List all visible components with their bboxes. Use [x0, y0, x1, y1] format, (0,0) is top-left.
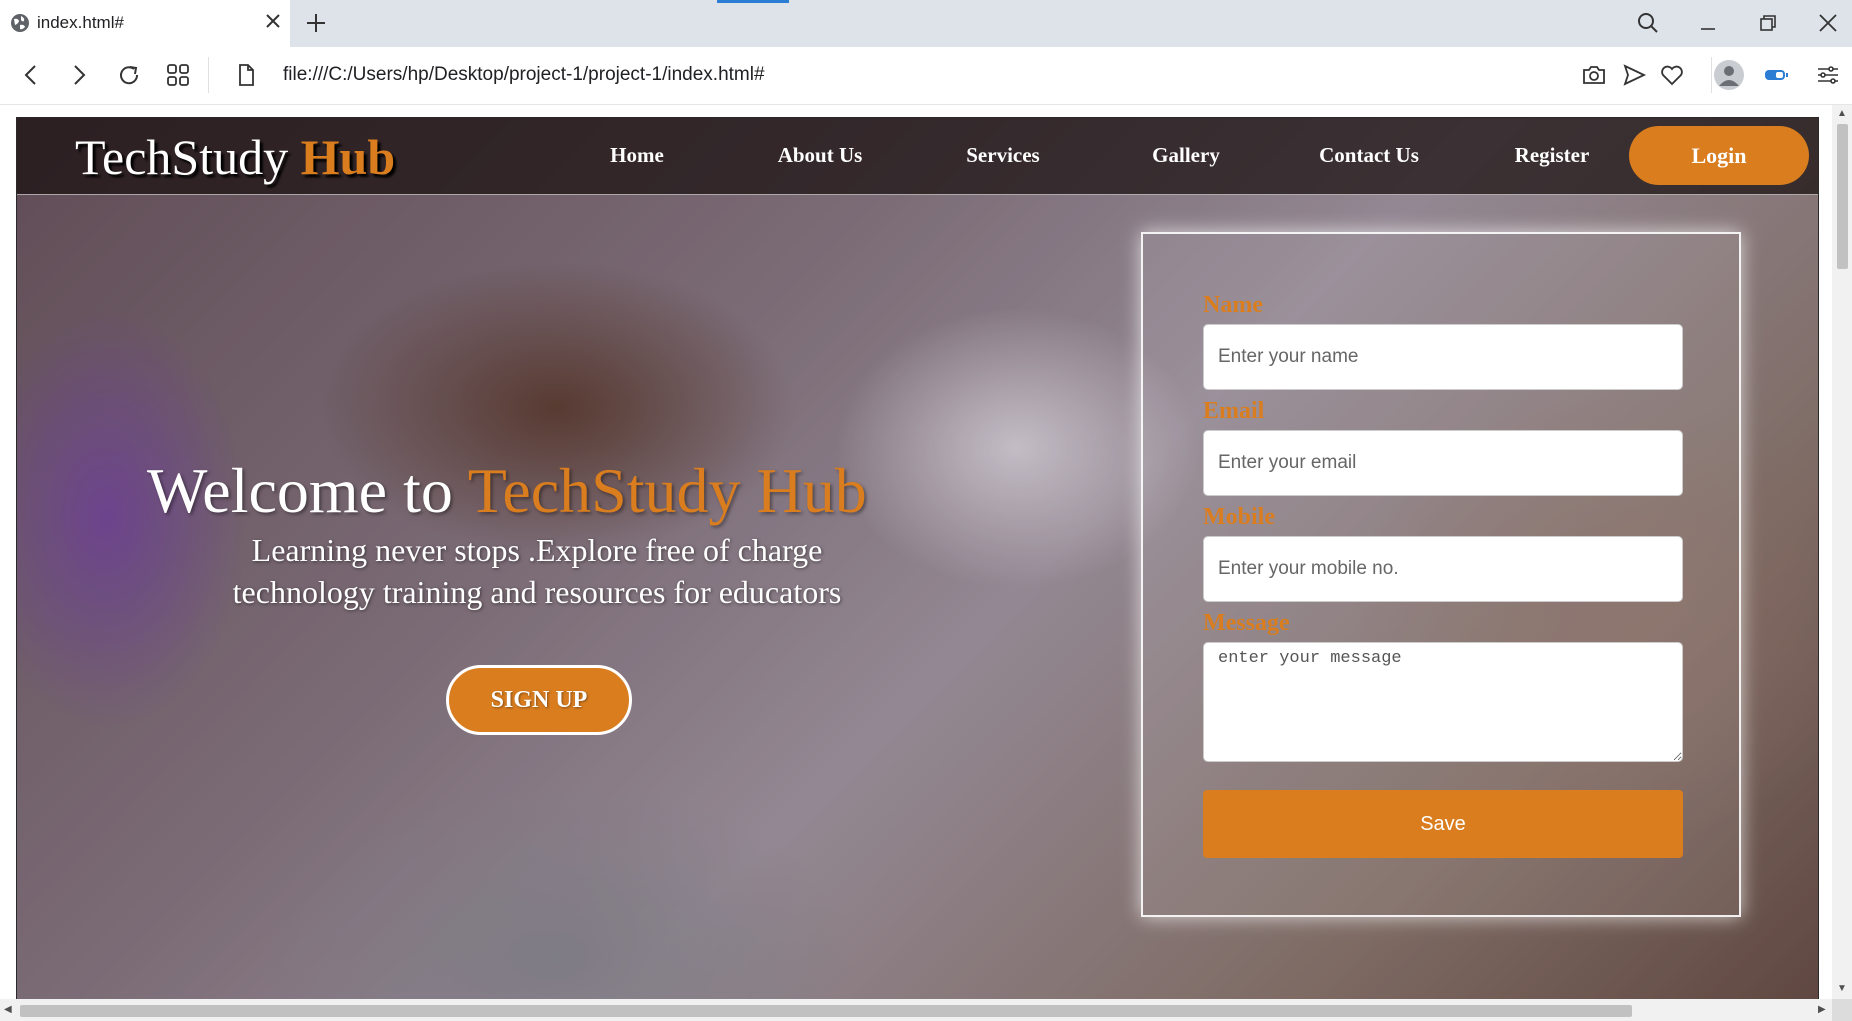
browser-tab-bar: index.html#	[0, 0, 1852, 47]
contact-form: Name Email Mobile Message Save	[1141, 232, 1741, 917]
toolbar-divider	[1711, 57, 1712, 93]
mobile-label: Mobile	[1203, 504, 1275, 530]
nav-link-register[interactable]: Register	[1462, 143, 1642, 168]
new-tab-icon[interactable]	[303, 10, 329, 36]
horizontal-scroll-thumb[interactable]	[20, 1005, 1632, 1017]
vertical-scrollbar[interactable]: ▲ ▼	[1832, 105, 1852, 999]
logo-main-text: TechStudy	[75, 129, 289, 185]
tab-title: index.html#	[37, 13, 124, 32]
message-textarea[interactable]	[1203, 642, 1683, 762]
search-icon[interactable]	[1635, 10, 1661, 36]
nav-link-contact-us[interactable]: Contact Us	[1279, 143, 1459, 168]
profile-avatar-icon[interactable]	[1713, 59, 1745, 91]
browser-toolbar: file:///C:/Users/hp/Desktop/project-1/pr…	[0, 47, 1852, 105]
heart-icon[interactable]	[1658, 61, 1686, 89]
tab-grid-icon[interactable]	[164, 61, 192, 89]
send-icon[interactable]	[1620, 61, 1648, 89]
logo-accent-text: Hub	[300, 129, 396, 185]
page-viewport: TechStudy Hub Home About Us Services Gal…	[0, 105, 1832, 999]
minimize-icon[interactable]	[1695, 10, 1721, 36]
nav-link-about-us[interactable]: About Us	[730, 143, 910, 168]
vertical-scroll-thumb[interactable]	[1837, 124, 1848, 269]
scrollbar-corner	[1832, 999, 1852, 1021]
login-button[interactable]: Login	[1629, 126, 1809, 185]
email-label: Email	[1203, 398, 1265, 424]
hero-section: TechStudy Hub Home About Us Services Gal…	[16, 117, 1819, 999]
hero-title-main: Welcome to	[147, 455, 453, 526]
nav-link-services[interactable]: Services	[913, 143, 1093, 168]
back-icon[interactable]	[17, 61, 45, 89]
save-button[interactable]: Save	[1203, 790, 1683, 858]
site-navbar: TechStudy Hub Home About Us Services Gal…	[17, 118, 1818, 195]
hero-subtitle: Learning never stops .Explore free of ch…	[232, 532, 842, 610]
battery-toggle-icon[interactable]	[1762, 61, 1790, 89]
scroll-up-icon[interactable]: ▲	[1837, 108, 1847, 119]
toolbar-divider	[208, 57, 209, 93]
nav-link-home[interactable]: Home	[547, 143, 727, 168]
mobile-input[interactable]	[1203, 536, 1683, 602]
close-window-icon[interactable]	[1815, 10, 1841, 36]
settings-sliders-icon[interactable]	[1814, 61, 1842, 89]
globe-icon	[11, 14, 29, 32]
email-input[interactable]	[1203, 430, 1683, 496]
hero-title-accent: TechStudy Hub	[467, 455, 867, 526]
loading-indicator	[717, 0, 789, 3]
forward-icon[interactable]	[65, 61, 93, 89]
message-label: Message	[1203, 610, 1290, 636]
hero-title: Welcome to TechStudy Hub	[147, 454, 867, 528]
browser-tab[interactable]: index.html#	[0, 0, 290, 47]
address-bar[interactable]: file:///C:/Users/hp/Desktop/project-1/pr…	[283, 64, 765, 86]
name-input[interactable]	[1203, 324, 1683, 390]
camera-icon[interactable]	[1580, 61, 1608, 89]
scroll-left-icon[interactable]: ◀	[4, 1004, 12, 1015]
close-tab-icon[interactable]	[262, 10, 284, 32]
name-label: Name	[1203, 292, 1263, 318]
site-logo[interactable]: TechStudy Hub	[75, 128, 395, 186]
horizontal-scrollbar[interactable]: ◀ ▶	[0, 999, 1832, 1021]
scroll-right-icon[interactable]: ▶	[1818, 1004, 1826, 1015]
signup-button[interactable]: SIGN UP	[446, 665, 632, 735]
nav-link-gallery[interactable]: Gallery	[1096, 143, 1276, 168]
file-icon	[239, 64, 254, 86]
reload-icon[interactable]	[115, 61, 143, 89]
restore-icon[interactable]	[1755, 10, 1781, 36]
scroll-down-icon[interactable]: ▼	[1837, 983, 1847, 994]
